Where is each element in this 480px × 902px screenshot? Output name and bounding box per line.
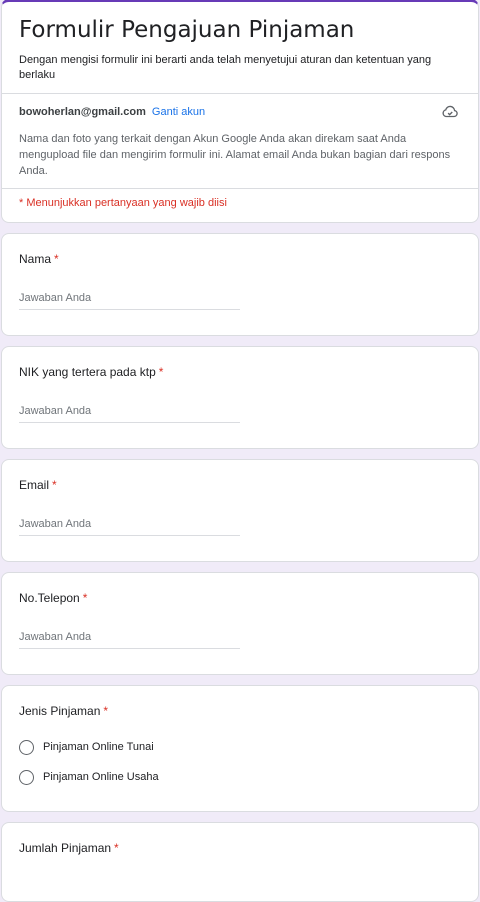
question-label: NIK yang tertera pada ktp	[19, 365, 156, 379]
question-telepon: No.Telepon * Jawaban Anda	[1, 572, 479, 675]
account-row: bowoherlan@gmail.com Ganti akun	[2, 94, 478, 121]
cloud-icon	[441, 103, 459, 121]
nama-input[interactable]: Jawaban Anda	[19, 292, 240, 310]
question-label: Nama	[19, 252, 52, 266]
question-jumlah-pinjaman: Jumlah Pinjaman *	[1, 822, 479, 902]
question-jenis-pinjaman: Jenis Pinjaman * Pinjaman Online Tunai Pi…	[1, 685, 479, 812]
required-asterisk: *	[103, 704, 109, 718]
radio-option-tunai[interactable]: Pinjaman Online Tunai	[19, 732, 461, 762]
account-email: bowoherlan@gmail.com	[19, 106, 146, 118]
email-input[interactable]: Jawaban Anda	[19, 518, 240, 536]
question-label: Jenis Pinjaman	[19, 704, 101, 718]
required-note: * Menunjukkan pertanyaan yang wajib diis…	[19, 197, 227, 209]
radio-button[interactable]	[19, 739, 34, 755]
question-email: Email * Jawaban Anda	[1, 459, 479, 562]
switch-account-link[interactable]: Ganti akun	[152, 106, 205, 118]
question-label: No.Telepon	[19, 591, 80, 605]
required-asterisk: *	[52, 478, 57, 492]
option-label: Pinjaman Online Tunai	[43, 741, 154, 753]
radio-button[interactable]	[19, 769, 34, 785]
nik-input[interactable]: Jawaban Anda	[19, 405, 240, 423]
option-label: Pinjaman Online Usaha	[43, 771, 159, 783]
question-nama: Nama * Jawaban Anda	[1, 233, 479, 336]
required-asterisk: *	[82, 591, 88, 605]
form-title: Formulir Pengajuan Pinjaman	[19, 17, 355, 43]
question-nik: NIK yang tertera pada ktp * Jawaban Anda	[1, 346, 479, 449]
required-asterisk: *	[54, 252, 59, 266]
question-label: Jumlah Pinjaman	[19, 841, 112, 855]
required-asterisk: *	[114, 841, 119, 855]
question-label: Email	[19, 478, 50, 492]
radio-group: Pinjaman Online Tunai Pinjaman Online Us…	[19, 732, 461, 792]
form-header: Formulir Pengajuan Pinjaman Dengan mengi…	[1, 0, 479, 223]
form-description: Dengan mengisi formulir ini berarti anda…	[19, 54, 432, 81]
telepon-input[interactable]: Jawaban Anda	[19, 631, 240, 649]
privacy-note: Nama dan foto yang terkait dengan Akun G…	[19, 133, 451, 177]
radio-option-usaha[interactable]: Pinjaman Online Usaha	[19, 762, 461, 792]
required-asterisk: *	[158, 365, 164, 379]
